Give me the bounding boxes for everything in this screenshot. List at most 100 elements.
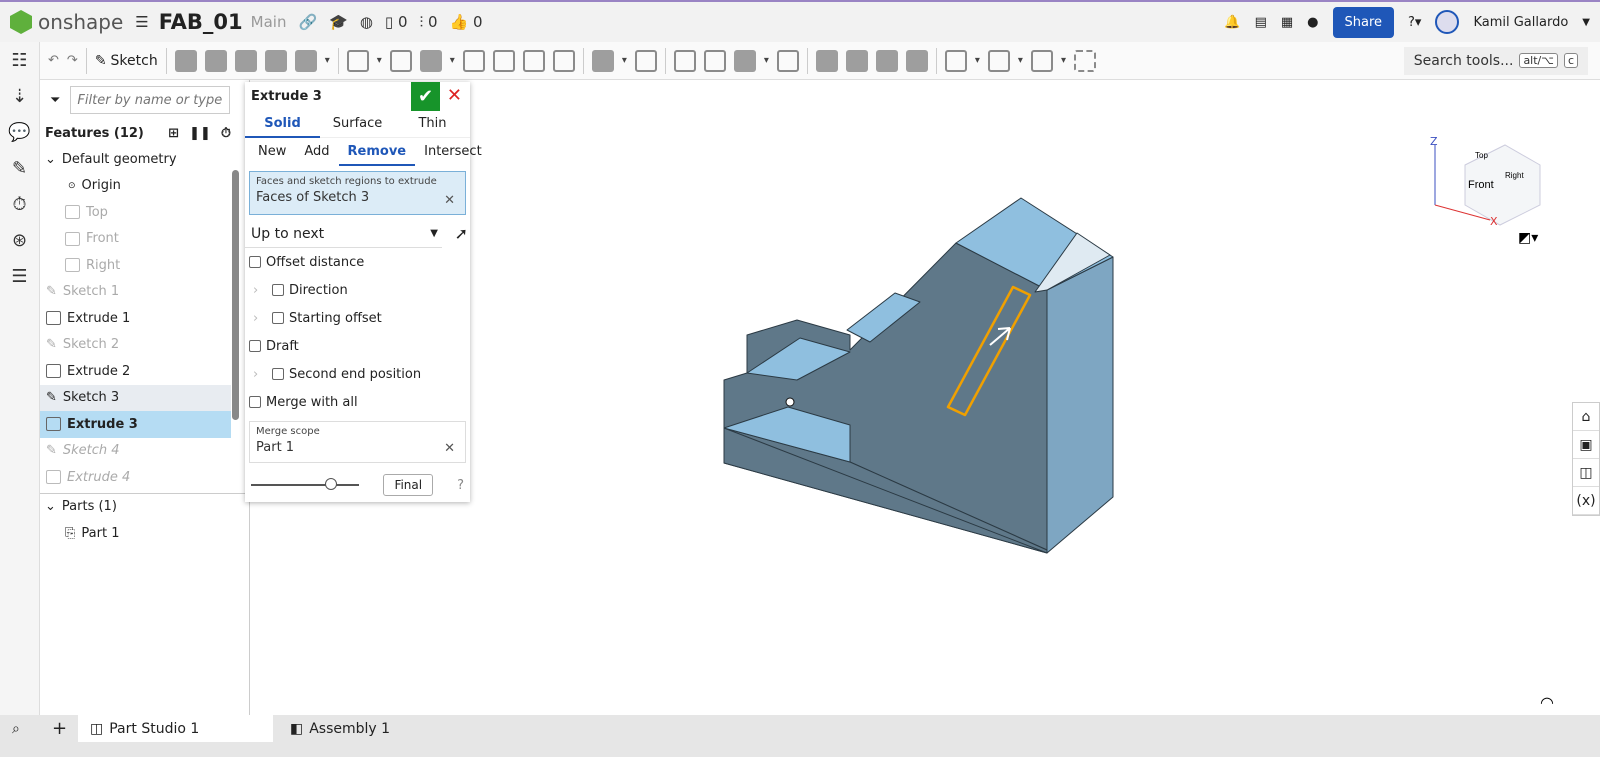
rollback-slider[interactable] [251,478,360,490]
document-title[interactable]: FAB_01 [159,10,243,34]
revolve-icon[interactable] [204,49,227,72]
feature-right-plane[interactable]: Right [40,252,249,279]
loft-icon[interactable] [264,49,287,72]
chevron-down-icon[interactable]: ▾ [622,55,627,66]
transform-icon[interactable] [733,49,756,72]
learning-icon[interactable]: ● [1307,15,1318,30]
checkbox[interactable] [272,312,284,324]
feature-sketch-3[interactable]: ✎ Sketch 3 [40,384,231,411]
sketch-button[interactable]: ✎ Sketch [95,53,158,69]
chevron-down-icon[interactable]: ▾ [325,55,330,66]
delete-part-icon[interactable] [776,49,799,72]
checkbox[interactable] [249,396,261,408]
frame-icon[interactable] [1030,49,1053,72]
link-icon[interactable]: 🔗 [298,13,317,31]
insert-icon[interactable]: ⇣ [0,78,39,114]
op-intersect[interactable]: Intersect [415,138,491,166]
branch-name[interactable]: Main [251,13,287,31]
final-button[interactable]: Final [383,474,434,496]
menu-icon[interactable]: ☰ [135,13,148,31]
rib-icon[interactable] [462,49,485,72]
share-button[interactable]: Share [1332,6,1395,38]
redo-icon[interactable]: ↷ [67,53,78,68]
second-end-checkbox[interactable]: › Second end position [245,360,470,388]
op-remove[interactable]: Remove [338,138,416,166]
chevron-down-icon[interactable]: ▾ [1061,55,1066,66]
tab-assembly[interactable]: ◧ Assembly 1 [278,715,402,742]
branches-icon[interactable]: ⫶ 0 [420,13,438,31]
rollback-timer-icon[interactable]: ⏱ [221,126,231,141]
draft-checkbox[interactable]: Draft [245,332,470,360]
checklist-icon[interactable]: ☰ [0,258,39,294]
thread-icon[interactable] [552,49,575,72]
chevron-down-icon[interactable]: ⌄ [45,499,56,514]
help-icon[interactable]: ?▾ [1408,15,1421,30]
checkbox[interactable] [249,256,261,268]
starting-offset-checkbox[interactable]: › Starting offset [245,304,470,332]
draft-icon[interactable] [419,49,442,72]
op-new[interactable]: New [249,138,295,166]
feature-extrude-1[interactable]: Extrude 1 [40,305,249,332]
onshape-logo[interactable]: onshape [10,10,123,34]
user-name[interactable]: Kamil Gallardo [1473,15,1568,30]
flip-direction-icon[interactable]: ➚ [455,224,468,243]
chevron-right-icon[interactable]: › [253,311,267,326]
analysis-icon[interactable]: ⊛ [0,222,39,258]
tab-part-studio[interactable]: ◫ Part Studio 1 [78,715,273,742]
pause-icon[interactable]: ❚❚ [189,126,211,141]
feature-extrude-3[interactable]: Extrude 3 [40,411,231,438]
checkbox[interactable] [272,284,284,296]
mirror-icon[interactable] [634,49,657,72]
add-custom-feature-icon[interactable] [1073,49,1096,72]
feature-extrude-2[interactable]: Extrude 2 [40,358,249,385]
merge-scope-field[interactable]: Merge scope Part 1 ✕ [249,421,466,463]
chevron-down-icon[interactable]: ▾ [764,55,769,66]
feature-list-scrollbar[interactable] [232,170,239,420]
chevron-down-icon[interactable]: ▾ [450,55,455,66]
add-folder-icon[interactable]: ⊞ [168,126,179,141]
pattern-icon[interactable] [591,49,614,72]
chevron-down-icon[interactable]: ▾ [1018,55,1023,66]
add-tab-icon[interactable]: + [40,715,78,742]
filter-icon[interactable]: ⏷ [50,93,60,108]
comments-icon[interactable]: 💬 [0,114,39,150]
named-views-icon[interactable]: ▣ [1573,431,1599,459]
undo-icon[interactable]: ↶ [48,53,59,68]
feature-front-plane[interactable]: Front [40,226,249,253]
end-type-select[interactable]: Up to next ▼ ➚ [245,220,468,248]
thicken-icon[interactable] [294,49,317,72]
checkbox[interactable] [272,368,284,380]
feature-sketch-2[interactable]: ✎ Sketch 2 [40,332,249,359]
education-icon[interactable]: 🎓 [329,13,348,31]
merge-with-all-checkbox[interactable]: Merge with all [245,388,470,416]
chevron-down-icon[interactable]: ▾ [377,55,382,66]
tab-thin[interactable]: Thin [395,110,470,138]
modify-fillet-icon[interactable] [815,49,838,72]
tab-solid[interactable]: Solid [245,110,320,138]
chevron-right-icon[interactable]: › [253,283,267,298]
delete-face-icon[interactable] [845,49,868,72]
clear-icon[interactable]: ✕ [444,193,455,208]
view-cube[interactable]: Front Top Right Z X ◩▾ [1430,135,1541,246]
filter-input[interactable] [70,86,231,114]
offset-distance-checkbox[interactable]: Offset distance [245,248,470,276]
plane-icon[interactable] [944,49,967,72]
feature-list-icon[interactable]: ☷ [0,42,39,78]
notifications-icon[interactable]: 🔔 [1224,15,1240,30]
hole-icon[interactable] [522,49,545,72]
split-icon[interactable] [703,49,726,72]
feature-extrude-4[interactable]: Extrude 4 [40,464,249,491]
tasks-icon[interactable]: ▤ [1255,15,1267,30]
chevron-down-icon[interactable]: ⌄ [45,152,56,167]
extrude-icon[interactable] [174,49,197,72]
sweep-icon[interactable] [234,49,257,72]
parts-header[interactable]: ⌄ Parts (1) [40,494,249,521]
help-icon[interactable]: ? [457,478,464,493]
feature-top-plane[interactable]: Top [40,199,249,226]
like-icon[interactable]: 👍 0 [450,13,483,31]
checkbox[interactable] [249,340,261,352]
accept-check-icon[interactable]: ✔ [411,82,440,111]
chevron-down-icon[interactable]: ▾ [975,55,980,66]
op-add[interactable]: Add [295,138,338,166]
tab-surface[interactable]: Surface [320,110,395,138]
